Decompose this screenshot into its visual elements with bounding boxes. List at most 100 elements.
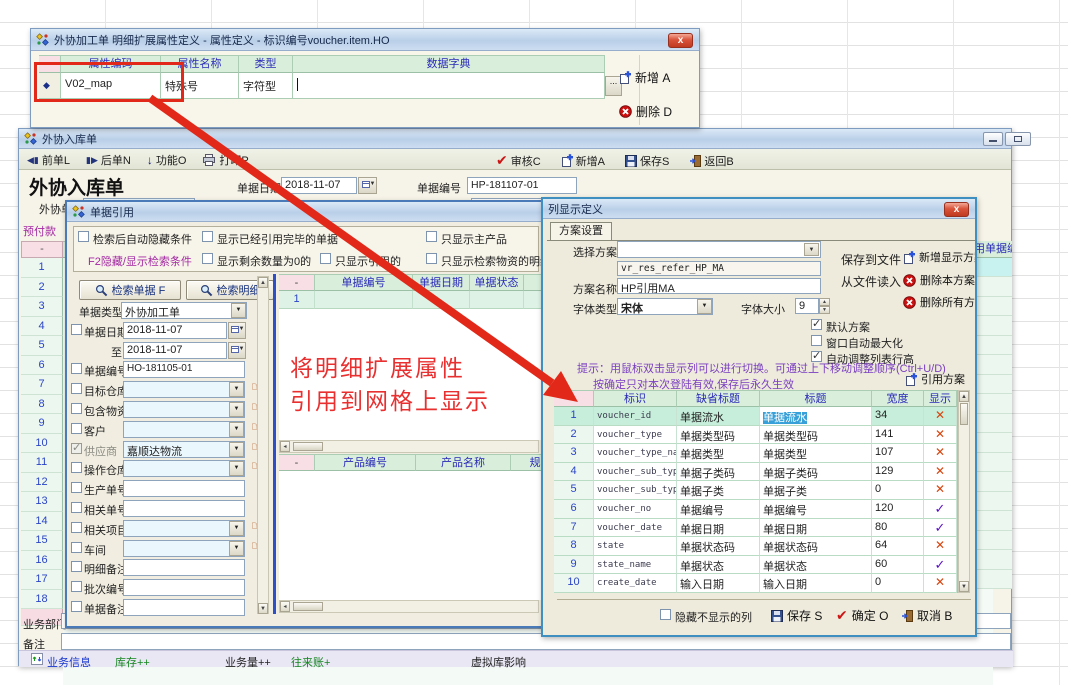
filter-text-field[interactable]: HO-181105-01 — [123, 361, 245, 378]
grid-row-number[interactable]: 16 — [21, 551, 63, 571]
width-cell[interactable]: 0 — [872, 574, 924, 593]
title-cell[interactable]: 单据状态码 — [760, 537, 872, 556]
columns-grid-header[interactable]: 缺省标题 — [677, 390, 760, 407]
width-cell[interactable]: 60 — [872, 556, 924, 575]
chevron-down-icon[interactable]: ▼ — [229, 461, 244, 476]
font-size-field[interactable]: 9 — [795, 298, 819, 314]
close-icon[interactable]: x — [944, 202, 969, 217]
chevron-down-icon[interactable]: ▼ — [229, 442, 244, 457]
minimize-button[interactable] — [983, 132, 1003, 146]
scrollbar-thumb[interactable] — [293, 442, 323, 451]
grid-row-number[interactable]: 12 — [21, 473, 63, 493]
grid-cell[interactable] — [975, 472, 1012, 492]
filter-text-field[interactable] — [123, 500, 245, 517]
delete-scheme-button[interactable]: 删除本方案 — [903, 272, 975, 288]
filter-checkbox[interactable] — [71, 443, 82, 454]
checkbox-icon[interactable] — [202, 231, 213, 242]
default-title-cell[interactable]: 单据子类 — [677, 481, 760, 500]
visible-cross-icon[interactable]: ✕ — [924, 444, 957, 463]
filter-combo[interactable]: 外协加工单 — [121, 302, 247, 319]
columns-grid-header[interactable]: 显示 — [924, 390, 957, 407]
row-number-cell[interactable]: 6 — [554, 500, 594, 519]
grid-row-number[interactable]: 4 — [21, 317, 63, 337]
title-cell[interactable]: 单据子类码 — [760, 463, 872, 482]
chevron-down-icon[interactable]: ▼ — [229, 422, 244, 437]
save-button[interactable]: 保存 S — [771, 607, 822, 624]
refer-option-checkbox[interactable]: 检索后自动隐藏条件 — [78, 231, 192, 244]
column-id-cell[interactable]: create_date — [594, 574, 677, 593]
attr-grid-column-header[interactable]: 数据字典 — [293, 55, 605, 73]
width-cell[interactable]: 64 — [872, 537, 924, 556]
columns-grid-header[interactable]: 宽度 — [872, 390, 924, 407]
grid-cell[interactable]: 1 — [279, 291, 315, 309]
voucher-grid-row[interactable]: 1 — [279, 291, 543, 309]
visible-check-icon[interactable]: ✓ — [924, 519, 957, 538]
column-id-cell[interactable]: voucher_no — [594, 500, 677, 519]
refer-dialog-titlebar[interactable]: 单据引用 — [67, 202, 541, 222]
attr-type-cell[interactable]: 字符型 — [239, 73, 293, 99]
width-cell[interactable]: 34 — [872, 407, 924, 426]
title-cell[interactable]: 单据类型 — [760, 444, 872, 463]
spin-up-icon[interactable]: ▲ — [819, 298, 830, 306]
filter-checkbox[interactable] — [71, 423, 82, 434]
search-voucher-button[interactable]: 检索单据 F — [79, 280, 181, 300]
default-title-cell[interactable]: 单据日期 — [677, 519, 760, 538]
grid-row-number[interactable]: 8 — [21, 395, 63, 415]
grid-row-number[interactable]: 6 — [21, 356, 63, 376]
checkbox-icon[interactable] — [320, 253, 331, 264]
grid-row-number[interactable]: 3 — [21, 297, 63, 317]
refer-option-checkbox[interactable]: 显示已经引用完毕的单据 — [202, 231, 338, 244]
grid-cell[interactable] — [975, 453, 1012, 473]
scheme-name-field[interactable]: HP引用MA — [617, 278, 821, 294]
grid-cell[interactable] — [975, 414, 1012, 434]
default-title-cell[interactable]: 单据编号 — [677, 500, 760, 519]
calendar-dropdown-button[interactable]: ▼ — [228, 322, 246, 339]
row-number-cell[interactable]: 2 — [554, 426, 594, 445]
toolbar-item-print[interactable]: 打印P — [202, 152, 248, 168]
column-id-cell[interactable]: state_name — [594, 556, 677, 575]
width-cell[interactable]: 129 — [872, 463, 924, 482]
title-cell[interactable]: 单据状态 — [760, 556, 872, 575]
grid-cell[interactable] — [975, 297, 1012, 317]
grid-cell[interactable] — [975, 511, 1012, 531]
filter-text-field[interactable] — [123, 480, 245, 497]
restore-button[interactable] — [1005, 132, 1031, 146]
grid-cell[interactable] — [975, 433, 1012, 453]
status-item[interactable]: 业务信息 — [47, 654, 91, 670]
grid-cell[interactable] — [975, 492, 1012, 512]
visible-check-icon[interactable]: ✓ — [924, 556, 957, 575]
width-cell[interactable]: 141 — [872, 426, 924, 445]
grid-cell[interactable] — [975, 394, 1012, 414]
filter-checkbox[interactable] — [71, 502, 82, 513]
grid-row-number[interactable]: 5 — [21, 336, 63, 356]
row-number-cell[interactable]: 9 — [554, 556, 594, 575]
grid-cell[interactable] — [413, 291, 470, 309]
filter-combo[interactable] — [123, 540, 245, 557]
scroll-left-icon[interactable]: ◂ — [280, 441, 290, 452]
voucher-grid-column-header[interactable]: 单据编号 — [315, 274, 413, 291]
cancel-button[interactable]: 取消 B — [901, 607, 952, 624]
checkbox-icon[interactable] — [660, 609, 671, 620]
new-scheme-button[interactable]: 新增显示方案 — [903, 249, 977, 265]
prepay-link[interactable]: 预付款 — [23, 223, 56, 239]
row-number-cell[interactable]: 10 — [554, 574, 594, 593]
filter-checkbox[interactable] — [71, 462, 82, 473]
grid-row-number[interactable]: 11 — [21, 453, 63, 473]
filter-text-field[interactable] — [123, 559, 245, 576]
scrollbar-thumb[interactable] — [293, 602, 323, 611]
grid-cell-selected[interactable] — [975, 258, 1012, 277]
row-number-cell[interactable]: 4 — [554, 463, 594, 482]
grid-cell[interactable] — [975, 277, 1012, 297]
filter-combo[interactable] — [123, 401, 245, 418]
checkbox-icon[interactable] — [426, 231, 437, 242]
refer-option-checkbox[interactable]: 只显示检索物资的明细 — [426, 253, 543, 266]
width-cell[interactable]: 80 — [872, 519, 924, 538]
save-to-file-link[interactable]: 保存到文件 — [841, 251, 901, 268]
row-number-cell[interactable]: 7 — [554, 519, 594, 538]
scrollbar-thumb[interactable] — [960, 403, 968, 425]
refer-option-checkbox[interactable]: 只显示主产品 — [426, 231, 507, 244]
filter-date-field[interactable]: 2018-11-07 — [123, 342, 227, 359]
refer-option-checkbox[interactable]: 只显示引用的 — [320, 253, 401, 266]
default-scheme-checkbox[interactable]: 默认方案 — [811, 319, 870, 332]
chevron-down-icon[interactable]: ▼ — [231, 303, 246, 318]
